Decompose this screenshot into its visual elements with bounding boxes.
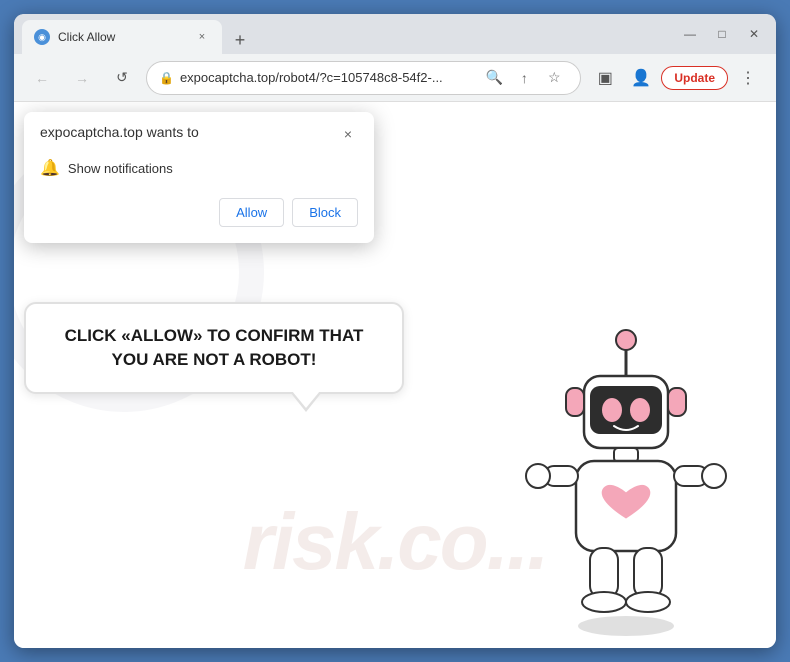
back-button[interactable]: ← [26, 62, 58, 94]
allow-button[interactable]: Allow [219, 198, 284, 227]
window-controls: — □ ✕ [676, 20, 768, 48]
popup-permission-text: Show notifications [68, 161, 173, 176]
split-view-button[interactable]: ▣ [589, 62, 621, 94]
popup-actions: Allow Block [40, 198, 358, 227]
speech-bubble: CLICK «ALLOW» TO CONFIRM THAT YOU ARE NO… [24, 302, 404, 394]
lock-icon: 🔒 [159, 71, 174, 85]
minimize-button[interactable]: — [676, 20, 704, 48]
tab-close-button[interactable]: × [194, 29, 210, 45]
tab-area: ◉ Click Allow × + [22, 14, 676, 54]
forward-button[interactable]: → [66, 62, 98, 94]
address-actions: 🔍 ↑ ☆ [480, 64, 568, 92]
toolbar: ← → ↺ 🔒 expocaptcha.top/robot4/?c=105748… [14, 54, 776, 102]
block-button[interactable]: Block [292, 198, 358, 227]
browser-window: ◉ Click Allow × + — □ ✕ ← → ↺ 🔒 expocapt… [14, 14, 776, 648]
bell-icon: 🔔 [40, 158, 60, 178]
reload-button[interactable]: ↺ [106, 62, 138, 94]
share-button[interactable]: ↑ [510, 64, 538, 92]
tab-favicon: ◉ [34, 29, 50, 45]
popup-site-text: expocaptcha.top wants to [40, 124, 199, 140]
window-close-button[interactable]: ✕ [740, 20, 768, 48]
captcha-message: CLICK «ALLOW» TO CONFIRM THAT YOU ARE NO… [50, 324, 378, 372]
popup-header: expocaptcha.top wants to × [40, 124, 358, 144]
search-button[interactable]: 🔍 [480, 64, 508, 92]
title-bar: ◉ Click Allow × + — □ ✕ [14, 14, 776, 54]
url-text: expocaptcha.top/robot4/?c=105748c8-54f2-… [180, 70, 474, 85]
new-tab-button[interactable]: + [226, 26, 254, 54]
profile-button[interactable]: 👤 [625, 62, 657, 94]
speech-bubble-area: CLICK «ALLOW» TO CONFIRM THAT YOU ARE NO… [24, 302, 404, 394]
maximize-button[interactable]: □ [708, 20, 736, 48]
more-button[interactable]: ⋮ [732, 62, 764, 94]
page-content: risk.co... expocaptcha.top wants to × 🔔 … [14, 102, 776, 648]
popup-permission-row: 🔔 Show notifications [40, 154, 358, 182]
tab-title: Click Allow [58, 30, 186, 44]
popup-close-button[interactable]: × [338, 124, 358, 144]
update-button[interactable]: Update [661, 66, 728, 90]
bookmark-button[interactable]: ☆ [540, 64, 568, 92]
toolbar-right: ▣ 👤 Update ⋮ [589, 62, 764, 94]
robot-illustration [516, 308, 736, 628]
notification-popup: expocaptcha.top wants to × 🔔 Show notifi… [24, 112, 374, 243]
browser-tab[interactable]: ◉ Click Allow × [22, 20, 222, 54]
address-bar[interactable]: 🔒 expocaptcha.top/robot4/?c=105748c8-54f… [146, 61, 581, 95]
